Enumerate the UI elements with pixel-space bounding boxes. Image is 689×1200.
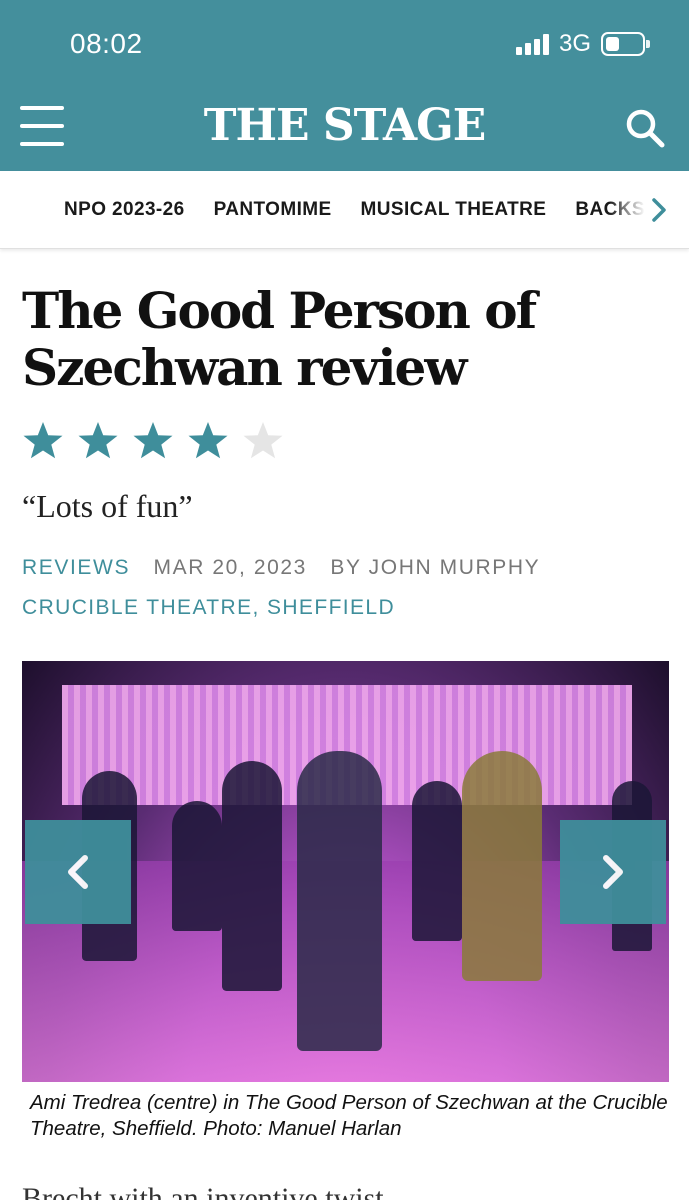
chevron-left-icon <box>68 855 88 889</box>
status-time: 08:02 <box>70 28 143 59</box>
venue-link[interactable]: CRUCIBLE THEATRE, SHEFFIELD <box>22 596 395 620</box>
star-rating <box>22 420 284 462</box>
carousel-prev-button[interactable] <box>25 820 131 924</box>
star-filled-icon <box>188 422 228 459</box>
signal-icon <box>515 33 549 55</box>
status-indicators: 3G <box>515 30 650 58</box>
star-empty-icon <box>243 422 283 459</box>
category-tab[interactable]: NPO 2023-26 <box>64 199 185 221</box>
article-subheading: Brecht with an inventive twist <box>22 1182 384 1200</box>
battery-icon <box>601 32 650 56</box>
article-title: The Good Person of Szechwan review <box>22 281 537 397</box>
network-label: 3G <box>558 30 591 57</box>
category-track: NPO 2023-26PANTOMIMEMUSICAL THEATREBACKS… <box>64 199 689 221</box>
chevron-right-icon <box>603 855 623 889</box>
photo-performer <box>172 801 222 931</box>
photo-caption: Ami Tredrea (centre) in The Good Person … <box>30 1091 668 1140</box>
star-filled-icon <box>133 422 173 459</box>
photo-performer <box>222 761 282 991</box>
category-nav: NPO 2023-26PANTOMIMEMUSICAL THEATREBACKS… <box>0 171 689 249</box>
photo-performer <box>462 751 542 981</box>
photo-performer <box>297 751 382 1051</box>
photo-performer <box>412 781 462 941</box>
star-filled-icon <box>23 422 63 459</box>
category-tab[interactable]: MUSICAL THEATRE <box>361 199 547 221</box>
category-tab[interactable]: PANTOMIME <box>214 199 332 221</box>
category-fade <box>609 171 689 248</box>
publish-date: MAR 20, 2023 <box>153 556 307 579</box>
pull-quote: “Lots of fun” <box>22 488 193 524</box>
search-icon[interactable] <box>625 108 665 148</box>
carousel-next-button[interactable] <box>560 820 666 924</box>
article-meta: REVIEWS MAR 20, 2023 BY JOHN MURPHY <box>22 556 540 580</box>
chevron-right-icon[interactable] <box>651 197 667 223</box>
star-filled-icon <box>78 422 118 459</box>
app-header: 08:02 3G THE STAGE <box>0 0 689 171</box>
byline[interactable]: BY JOHN MURPHY <box>330 556 540 579</box>
section-link[interactable]: REVIEWS <box>22 556 130 579</box>
site-logo[interactable]: THE STAGE <box>0 100 689 151</box>
